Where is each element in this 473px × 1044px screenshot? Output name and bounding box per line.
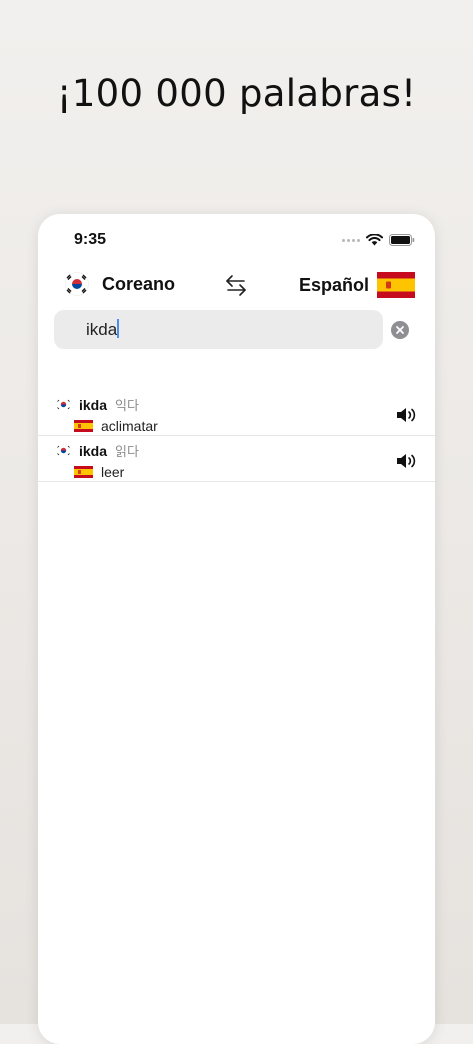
phone-screen: 9:35 Coreano Español ikda ikda 익다 aclima… [38,214,435,1044]
text-caret [117,319,119,338]
result-translation-line: aclimatar [74,418,158,434]
spain-flag-icon [74,466,93,478]
spain-flag-icon [74,420,93,432]
search-input[interactable]: ikda [54,310,383,349]
speaker-icon[interactable] [395,451,417,471]
swap-arrows-icon[interactable] [224,273,248,297]
result-word: ikda [79,442,108,459]
result-translation: leer [101,464,125,480]
language-selector-bar: Coreano Español [38,266,435,306]
result-hangul: 읽다 [115,445,139,460]
south-korea-flag-icon [65,272,89,296]
search-input-text[interactable]: ikda [86,319,119,340]
clear-circle-icon[interactable] [391,321,409,339]
result-source-line: ikda 익다 [56,395,139,414]
result-translation-line: leer [74,464,124,480]
result-row[interactable]: ikda 읽다 leer [38,436,435,482]
result-row[interactable]: ikda 익다 aclimatar [38,390,435,436]
spain-flag-icon [377,272,415,298]
status-bar: 9:35 [38,214,435,264]
south-korea-flag-icon [56,445,71,456]
target-language-label: Español [298,274,369,295]
cellular-signal-icon [342,238,360,242]
wifi-icon [366,234,383,246]
status-icons [342,234,415,246]
result-source-line: ikda 읽다 [56,441,139,460]
battery-icon [389,234,415,246]
speaker-icon[interactable] [395,405,417,425]
result-hangul: 익다 [115,399,139,414]
results-list: ikda 익다 aclimatar ikda 읽다 leer [38,390,435,482]
source-language-button[interactable]: Coreano [62,272,175,296]
source-language-label: Coreano [102,273,176,294]
result-word: ikda [79,396,108,413]
south-korea-flag-icon [56,399,71,410]
target-language-button[interactable]: Español [299,272,415,298]
promo-headline: ¡100 000 palabras! [56,72,417,115]
result-translation: aclimatar [101,418,158,434]
status-time: 9:35 [74,231,107,248]
